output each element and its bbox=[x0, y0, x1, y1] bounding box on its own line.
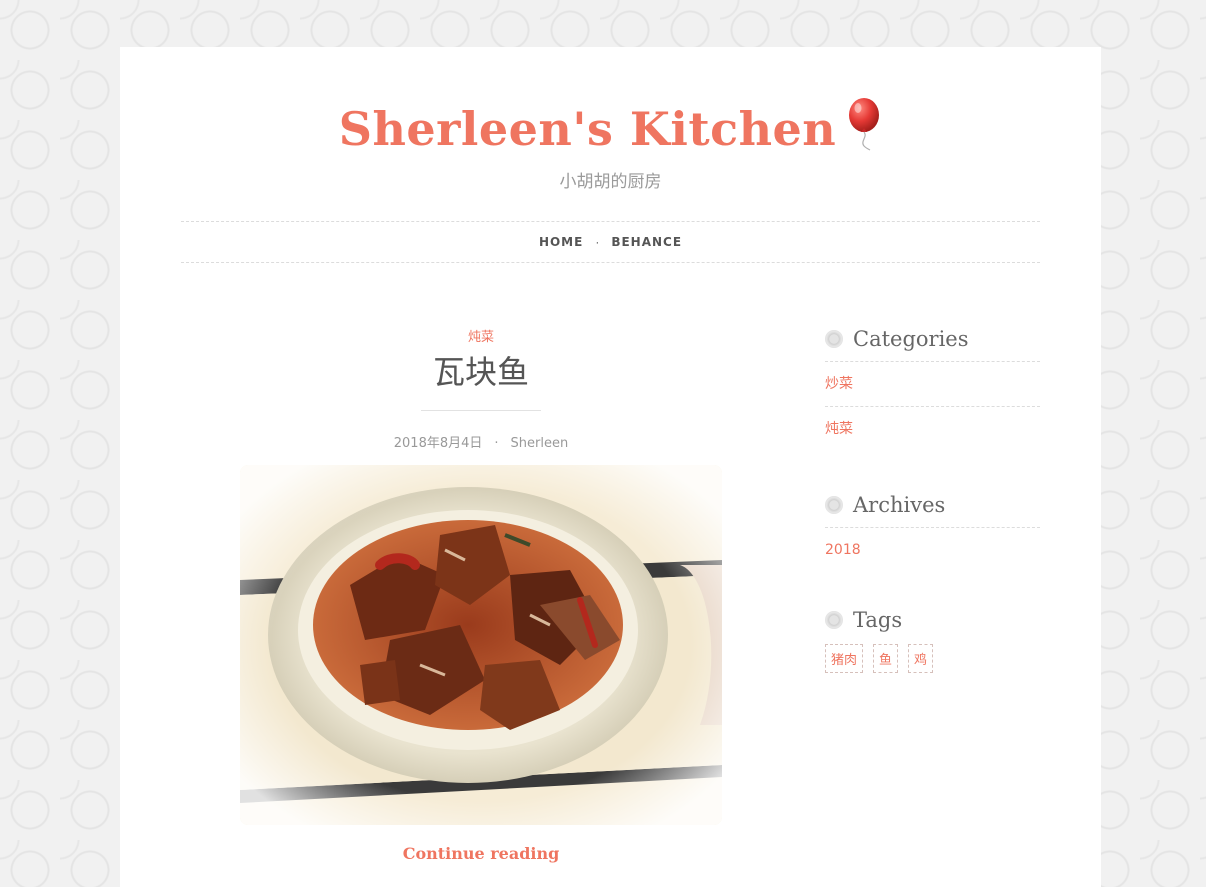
widget-categories: Categories 炒菜 炖菜 bbox=[825, 317, 1040, 451]
balloon-icon bbox=[849, 98, 880, 151]
post-category-link[interactable]: 炖菜 bbox=[240, 326, 722, 345]
bullet-circle-icon bbox=[825, 496, 843, 514]
site-tagline: 小胡胡的厨房 bbox=[559, 172, 662, 192]
meta-separator: · bbox=[494, 436, 499, 451]
main-navigation: HOME · BEHANCE bbox=[181, 221, 1040, 263]
bullet-circle-icon bbox=[825, 611, 843, 629]
archive-link[interactable]: 2018 bbox=[825, 542, 861, 558]
post-date-link[interactable]: 2018年8月4日 bbox=[394, 436, 483, 451]
widget-title-archives: Archives bbox=[825, 483, 1040, 528]
bullet-circle-icon bbox=[825, 330, 843, 348]
category-link[interactable]: 炒菜 bbox=[825, 376, 853, 392]
sidebar: Categories 炒菜 炖菜 Archives 2018 Tags 猪肉 鱼… bbox=[825, 317, 1040, 673]
list-item: 炖菜 bbox=[825, 407, 1040, 451]
widget-title-text: Tags bbox=[853, 608, 903, 632]
nav-separator: · bbox=[595, 235, 600, 249]
fish-dish-photo bbox=[240, 465, 722, 825]
nav-item-behance[interactable]: BEHANCE bbox=[611, 235, 682, 249]
categories-list: 炒菜 炖菜 bbox=[825, 362, 1040, 451]
tag-link[interactable]: 猪肉 bbox=[825, 644, 864, 673]
tag-cloud: 猪肉 鱼 鸡 bbox=[825, 644, 1040, 673]
list-item: 炒菜 bbox=[825, 362, 1040, 407]
widget-tags: Tags 猪肉 鱼 鸡 bbox=[825, 598, 1040, 673]
widget-archives: Archives 2018 bbox=[825, 483, 1040, 572]
continue-reading-link[interactable]: Continue reading bbox=[240, 844, 722, 863]
title-divider bbox=[421, 410, 541, 411]
tag-link[interactable]: 鱼 bbox=[873, 644, 899, 673]
list-item: 2018 bbox=[825, 528, 1040, 572]
site-header: Sherleen's Kitchen 小胡胡的厨房 HOME · BEHANCE bbox=[120, 47, 1101, 267]
archives-list: 2018 bbox=[825, 528, 1040, 572]
site-title[interactable]: Sherleen's Kitchen bbox=[120, 97, 1101, 157]
widget-title-categories: Categories bbox=[825, 317, 1040, 362]
widget-title-tags: Tags bbox=[825, 598, 1040, 642]
post-featured-image[interactable] bbox=[240, 465, 722, 825]
widget-title-text: Categories bbox=[853, 327, 969, 351]
category-link[interactable]: 炖菜 bbox=[825, 421, 853, 437]
post-author-link[interactable]: Sherleen bbox=[511, 436, 569, 451]
nav-item-home[interactable]: HOME bbox=[539, 235, 583, 249]
site-title-text[interactable]: Sherleen's Kitchen bbox=[339, 102, 836, 156]
page-container: Sherleen's Kitchen 小胡胡的厨房 HOME · BEHANCE bbox=[120, 47, 1101, 887]
tag-link[interactable]: 鸡 bbox=[908, 644, 934, 673]
post-meta: 2018年8月4日 · Sherleen bbox=[240, 432, 722, 451]
widget-title-text: Archives bbox=[853, 493, 946, 517]
post-title[interactable]: 瓦块鱼 bbox=[240, 350, 722, 394]
